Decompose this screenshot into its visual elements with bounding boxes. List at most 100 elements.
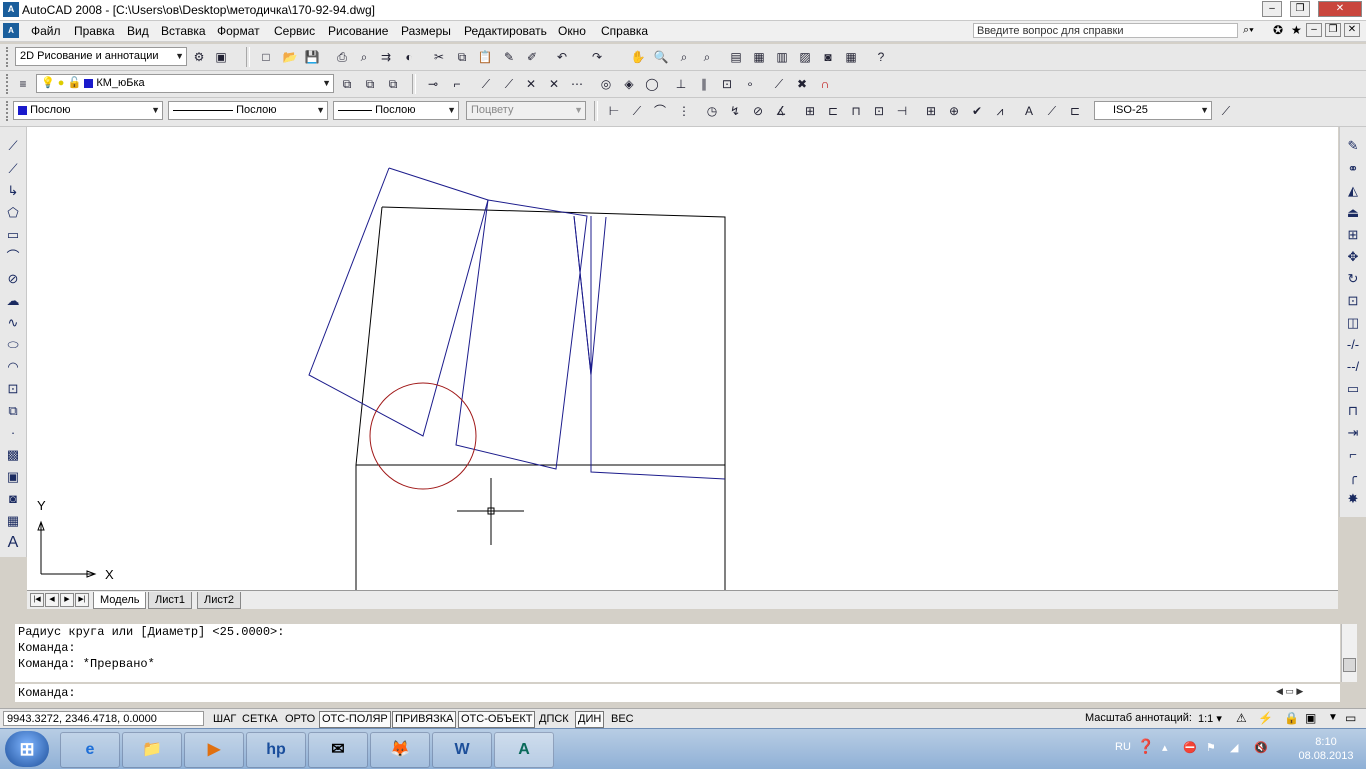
make-current-layer-icon[interactable]: ⧉ [338,75,356,93]
toolbar-grip[interactable] [6,101,11,121]
line-icon[interactable]: ⟋ [4,137,22,155]
construction-line-icon[interactable]: ⟋ [4,160,22,178]
polygon-icon[interactable]: ⬠ [4,204,22,222]
break-icon[interactable]: ⊓ [1344,402,1362,420]
save-file-icon[interactable]: 💾 [303,48,321,66]
redo-icon[interactable]: ↷ [588,48,606,66]
workspace-select[interactable]: 2D Рисование и аннотации ▼ [15,47,187,66]
rotate-icon[interactable]: ↻ [1344,270,1362,288]
copy-icon[interactable]: ⧉ [453,48,471,66]
extension-icon[interactable]: ⋯ [568,75,586,93]
save-workspace-icon[interactable]: ▣ [212,48,230,66]
annotation-visibility-icon[interactable]: ⚠ [1236,711,1247,725]
markup-icon[interactable]: ◙ [819,48,837,66]
center-mark-icon[interactable]: ⊕ [945,102,963,120]
lock-icon[interactable]: 🔒 [1284,711,1299,725]
firefox-icon[interactable]: 🦊 [370,732,430,768]
menu-file[interactable]: Файл [31,24,61,38]
clock[interactable]: 8:10 08.08.2013 [1296,735,1356,763]
lwt-toggle[interactable]: ВЕС [608,711,637,728]
word-icon[interactable]: W [432,732,492,768]
inspection-icon[interactable]: ✔ [968,102,986,120]
clean-screen-icon[interactable]: ▭ [1345,711,1356,725]
publish-icon[interactable]: ⇉ [377,48,395,66]
menu-dimension[interactable]: Размеры [401,24,451,38]
toolbar-grip[interactable] [6,47,11,67]
tray-arrow-icon[interactable]: ▴ [1162,741,1168,754]
snap-parallel-icon[interactable]: ∥ [695,75,713,93]
pan-icon[interactable]: ✋ [629,48,647,66]
ortho-toggle[interactable]: ОРТО [282,711,318,728]
help-tray-icon[interactable]: ❓ [1137,738,1154,755]
wifi-icon[interactable]: ◢ [1230,741,1238,754]
lineweight-select[interactable]: Послою ▼ [333,101,459,120]
search-icon[interactable]: ⌕▾ [1243,24,1254,37]
line-icon[interactable]: ⟋ [477,75,495,93]
start-button[interactable]: ⊞ [5,731,49,767]
explorer-icon[interactable]: 📁 [122,732,182,768]
point-icon[interactable]: · [4,424,22,442]
status-menu-icon[interactable]: ▼ [1328,712,1338,723]
table-icon[interactable]: ▦ [4,512,22,530]
network-icon[interactable]: ⛔ [1183,741,1197,754]
layer-states-icon[interactable]: ⧉ [384,75,402,93]
annotation-scale-select[interactable]: 1:1 ▾ [1198,712,1222,725]
auto-scale-icon[interactable]: ⚡ [1258,711,1273,725]
break-at-point-icon[interactable]: ▭ [1344,380,1362,398]
favorites-icon[interactable]: ★ [1291,23,1302,37]
doc-restore-button[interactable]: ❐ [1325,23,1341,37]
help-search-input[interactable]: Введите вопрос для справки [973,23,1238,38]
trim-icon[interactable]: -/- [1344,336,1362,354]
paste-icon[interactable]: 📋 [476,48,494,66]
dim-aligned-icon[interactable]: ⟋ [628,102,646,120]
flag-icon[interactable]: ⚑ [1206,741,1216,754]
array-icon[interactable]: ⊞ [1344,226,1362,244]
print-preview-icon[interactable]: ⌕ [355,48,373,66]
dimension-linear-icon[interactable]: ⊸ [424,75,442,93]
dim-arc-icon[interactable]: ⌒ [651,102,669,120]
dim-edit-icon[interactable]: A [1020,102,1038,120]
properties-icon[interactable]: ▤ [727,48,745,66]
dim-text-edit-icon[interactable]: ⟋ [1043,102,1061,120]
hp-icon[interactable]: hp [246,732,306,768]
apparent-intersection-icon[interactable]: ✕ [545,75,563,93]
menu-format[interactable]: Формат [217,24,260,38]
mail-icon[interactable]: ✉ [308,732,368,768]
ducs-toggle[interactable]: ДПСК [536,711,572,728]
polyline-icon[interactable]: ⌐ [448,75,466,93]
menu-help[interactable]: Справка [601,24,648,38]
magnet-icon[interactable]: ∩ [816,75,834,93]
command-hscroll[interactable]: ◀ ▭ ▶ [1276,686,1336,698]
workspace-settings-icon[interactable]: ⚙ [190,48,208,66]
dimstyle-select[interactable]: ISO-25 ▼ [1094,101,1212,120]
quick-dim-icon[interactable]: ⊞ [801,102,819,120]
menu-view[interactable]: Вид [127,24,149,38]
gradient-icon[interactable]: ▣ [4,468,22,486]
internet-explorer-icon[interactable]: e [60,732,120,768]
zoom-realtime-icon[interactable]: 🔍 [652,48,670,66]
move-icon[interactable]: ✥ [1344,248,1362,266]
snap-node-icon[interactable]: ∘ [741,75,759,93]
dim-space-icon[interactable]: ⊡ [870,102,888,120]
stretch-icon[interactable]: ◫ [1344,314,1362,332]
command-input[interactable]: Команда: [15,684,1340,702]
snap-center-icon[interactable]: ◎ [597,75,615,93]
ellipse-icon[interactable]: ⬭ [4,336,22,354]
linetype-select[interactable]: Послою ▼ [168,101,328,120]
menu-edit[interactable]: Правка [74,24,115,38]
intersection-icon[interactable]: ✕ [522,75,540,93]
scale-icon[interactable]: ⊡ [1344,292,1362,310]
dim-ordinate-icon[interactable]: ⋮ [675,102,693,120]
snap-tangent-icon[interactable]: ◯ [643,75,661,93]
ray-icon[interactable]: ⟋ [500,75,518,93]
communication-icon[interactable]: ✪ [1273,23,1283,37]
tray-settings-icon[interactable]: ▣ [1305,711,1316,725]
undo-icon[interactable]: ↶ [553,48,571,66]
snap-insert-icon[interactable]: ⊡ [718,75,736,93]
ellipse-arc-icon[interactable]: ◠ [4,358,22,376]
grid-toggle[interactable]: СЕТКА [239,711,281,728]
dim-jogged-icon[interactable]: ↯ [726,102,744,120]
polyline-icon[interactable]: ↳ [4,182,22,200]
doc-minimize-button[interactable]: – [1306,23,1322,37]
dim-continue-icon[interactable]: ⊓ [847,102,865,120]
